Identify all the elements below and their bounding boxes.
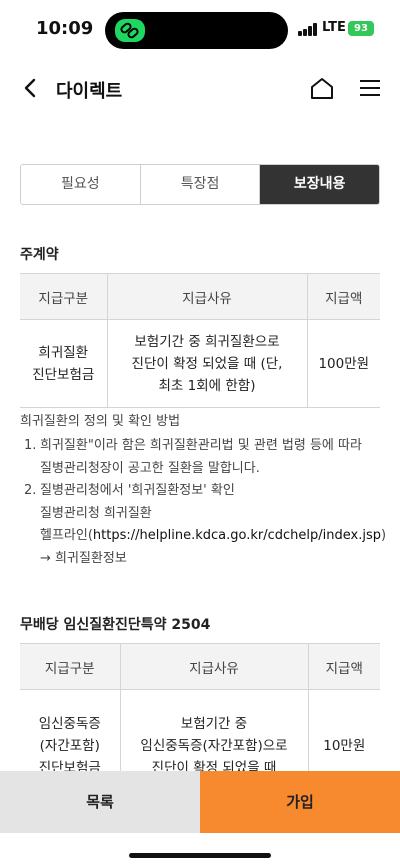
rider-title: 무배당 임신질환진단특약 2504: [20, 617, 211, 633]
main-contract-table: 지급구분 지급사유 지급액 희귀질환 진단보험금 보험기간 중 희귀질환으로 진…: [20, 273, 380, 408]
benefit-reason: 보험기간 중 희귀질환으로 진단이 확정 되었을 때 (단, 최초 1회에 한함…: [106, 319, 307, 408]
benefit-amount: 100만원: [306, 319, 380, 408]
notes-title: 희귀질환의 정의 및 확인 방법: [20, 414, 181, 429]
link-icon: [115, 19, 145, 42]
home-icon[interactable]: [309, 76, 335, 100]
signal-icon: [298, 23, 318, 36]
network-label: LTE: [322, 20, 346, 35]
tab-necessity[interactable]: 필요성: [21, 165, 141, 204]
status-time: 10:09: [36, 18, 94, 39]
status-bar: 10:09 LTE 93: [0, 0, 400, 58]
tab-features[interactable]: 특장점: [140, 165, 261, 204]
list-item: 2. 질병관리청에서 '희귀질환정보' 확인 질병관리청 희귀질환 헬프라인(h…: [24, 480, 400, 570]
table-header-row: 지급구분 지급사유 지급액: [20, 643, 380, 690]
table-header-cell: 지급액: [307, 643, 380, 690]
back-icon[interactable]: [19, 76, 43, 100]
list-number: 1.: [24, 438, 37, 453]
notes-list: 1. 희귀질환"이라 함은 희귀질환관리법 및 관련 법령 등에 따라 질병관리…: [24, 435, 400, 570]
battery-icon: 93: [348, 21, 374, 36]
table-header-row: 지급구분 지급사유 지급액: [20, 273, 380, 320]
table-header-cell: 지급구분: [20, 273, 107, 320]
page-title: 다이렉트: [56, 81, 123, 102]
note-text-close: ): [380, 528, 387, 543]
list-button[interactable]: 목록: [0, 771, 200, 833]
app-header: 다이렉트: [0, 66, 400, 112]
menu-icon[interactable]: [358, 78, 382, 98]
main-contract-title: 주계약: [20, 247, 59, 263]
list-item: 1. 희귀질환"이라 함은 희귀질환관리법 및 관련 법령 등에 따라 질병관리…: [24, 435, 400, 480]
tab-bar: 필요성 특장점 보장내용: [20, 164, 380, 205]
table-header-cell: 지급사유: [106, 273, 307, 320]
note-text: 희귀질환"이라 함은 희귀질환관리법 및 관련 법령 등에 따라 질병관리청장이…: [40, 438, 362, 476]
rare-disease-info-link[interactable]: → 희귀질환정보: [40, 551, 127, 566]
home-indicator: [129, 853, 271, 858]
join-button[interactable]: 가입: [200, 771, 400, 833]
table-header-cell: 지급사유: [119, 643, 308, 690]
table-header-cell: 지급구분: [20, 643, 120, 690]
bottom-action-bar: 목록 가입: [0, 771, 400, 833]
tab-coverage[interactable]: 보장내용: [260, 165, 379, 204]
helpline-link[interactable]: https://helpline.kdca.go.kr/cdchelp/inde…: [93, 528, 381, 543]
table-header-cell: 지급액: [306, 273, 380, 320]
list-number: 2.: [24, 483, 37, 498]
benefit-category: 희귀질환 진단보험금: [20, 319, 107, 408]
dynamic-island: [105, 12, 288, 49]
table-row: 희귀질환 진단보험금 보험기간 중 희귀질환으로 진단이 확정 되었을 때 (단…: [20, 319, 380, 408]
